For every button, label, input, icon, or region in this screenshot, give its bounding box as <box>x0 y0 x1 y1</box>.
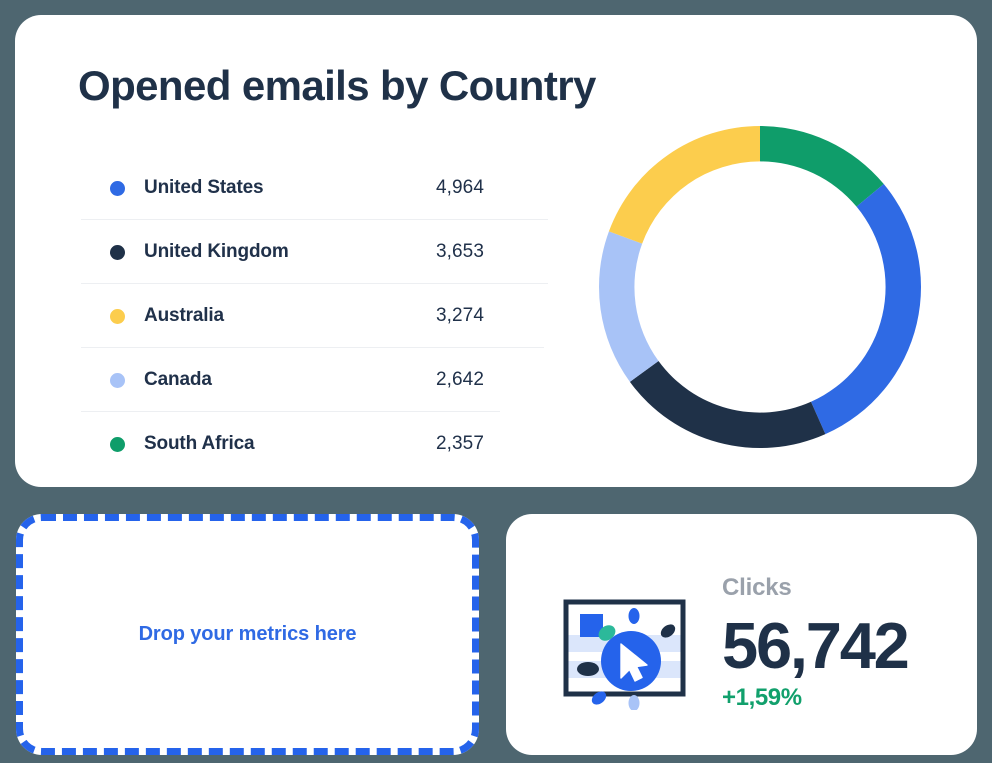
dashboard-root: Opened emails by Country United States 4… <box>0 0 992 763</box>
table-row[interactable]: United Kingdom 3,653 <box>78 220 548 284</box>
table-row[interactable]: United States 4,964 <box>78 156 548 220</box>
legend-color-dot <box>110 180 125 196</box>
legend-country-label: South Africa <box>144 433 255 454</box>
legend-country-label: United States <box>144 177 264 198</box>
donut-slice[interactable] <box>760 126 884 207</box>
table-row[interactable]: South Africa 2,357 <box>78 412 548 476</box>
legend-color-dot <box>110 308 125 324</box>
donut-slice[interactable] <box>629 360 826 448</box>
clicks-label: Clicks <box>722 574 792 601</box>
legend-country-label: Canada <box>144 369 212 390</box>
donut-slice[interactable] <box>599 231 659 382</box>
donut-slice[interactable] <box>608 126 760 244</box>
legend-color-dot <box>110 436 125 452</box>
page-title: Opened emails by Country <box>78 62 596 109</box>
donut-chart[interactable] <box>598 125 922 449</box>
legend-country-value: 4,964 <box>435 177 484 198</box>
clicks-metric-card: Clicks 56,742 +1,59% <box>506 514 977 755</box>
country-legend-table: United States 4,964 United Kingdom 3,653… <box>78 156 548 476</box>
metrics-dropzone[interactable]: Drop your metrics here <box>16 514 479 755</box>
opened-emails-card: Opened emails by Country United States 4… <box>15 15 977 487</box>
donut-slice[interactable] <box>810 184 921 435</box>
legend-country-label: United Kingdom <box>144 241 289 262</box>
legend-country-value: 2,357 <box>435 433 484 454</box>
clicks-value: 56,742 <box>722 609 910 682</box>
legend-color-dot <box>110 372 125 388</box>
table-row[interactable]: Canada 2,642 <box>78 348 548 412</box>
clicks-delta-badge: +1,59% <box>722 684 802 712</box>
table-row[interactable]: Australia 3,274 <box>78 284 548 348</box>
dropzone-label: Drop your metrics here <box>138 623 357 645</box>
click-illustration-icon <box>555 586 703 710</box>
legend-country-value: 3,274 <box>435 305 484 326</box>
legend-country-value: 3,653 <box>435 241 484 262</box>
legend-country-label: Australia <box>144 305 224 326</box>
legend-color-dot <box>110 244 125 260</box>
legend-country-value: 2,642 <box>435 369 484 390</box>
clicks-text-block: Clicks 56,742 +1,59% <box>722 576 962 710</box>
